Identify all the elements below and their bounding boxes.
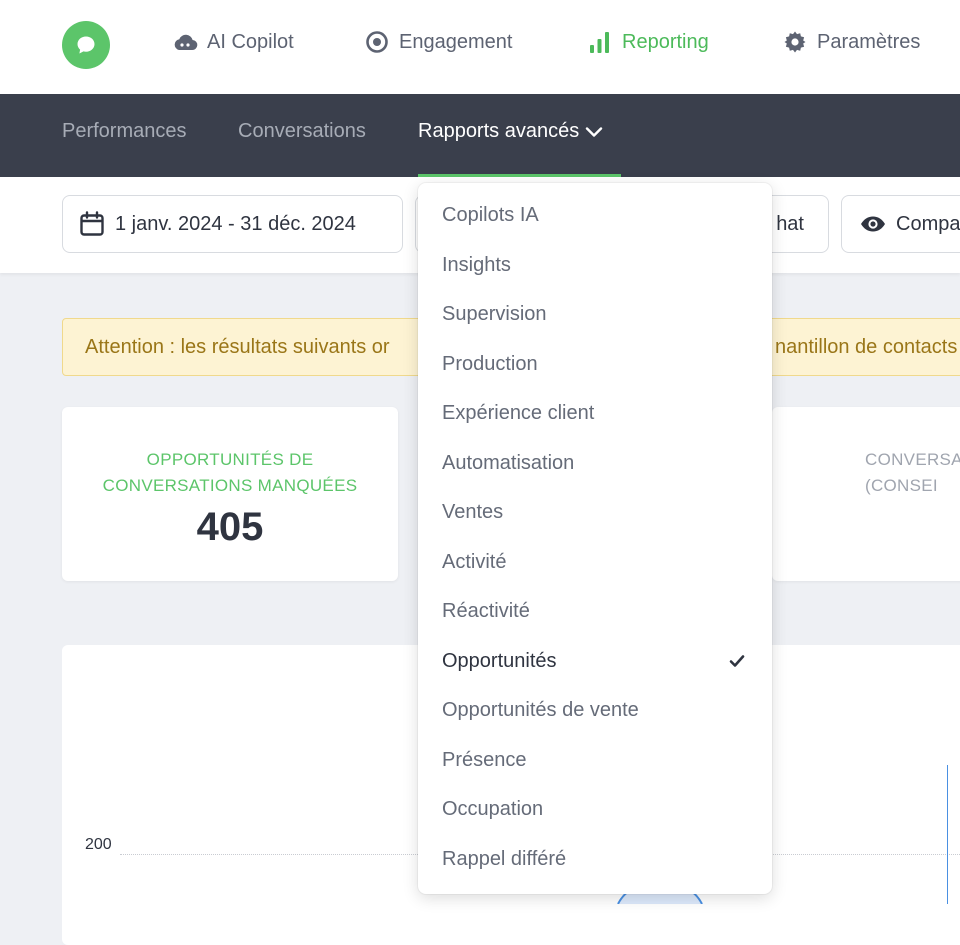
chart-hover-line	[947, 765, 948, 904]
app-logo[interactable]	[62, 21, 110, 69]
menu-item-opportunites[interactable]: Opportunités	[442, 650, 557, 673]
menu-item-presence[interactable]: Présence	[442, 749, 527, 772]
chat-bubble-icon	[77, 36, 95, 54]
warning-banner-text-start: Attention : les résultats suivants or	[85, 335, 390, 358]
topnav-engagement-label: Engagement	[399, 30, 513, 53]
channel-filter-value: hat	[776, 212, 804, 235]
tab-rapports-avances[interactable]: Rapports avancés	[418, 120, 603, 143]
kpi-label: CONVERSA (CONSEI	[865, 450, 960, 495]
calendar-icon	[79, 211, 105, 237]
topnav-engagement[interactable]: Engagement	[364, 30, 512, 54]
date-range-picker[interactable]: 1 janv. 2024 - 31 déc. 2024	[62, 195, 403, 253]
topnav-parametres[interactable]: Paramètres	[782, 30, 920, 54]
menu-item-rappel-differe[interactable]: Rappel différé	[442, 848, 566, 871]
menu-item-ventes[interactable]: Ventes	[442, 501, 503, 524]
menu-item-copilots-ia[interactable]: Copilots IA	[442, 204, 539, 227]
bar-chart-icon	[587, 30, 613, 54]
tab-performances[interactable]: Performances	[62, 120, 187, 143]
topnav-ai-copilot[interactable]: AI Copilot	[172, 30, 294, 54]
top-navigation-bar: AI Copilot Engagement Reporting Paramètr…	[0, 0, 960, 94]
menu-item-supervision[interactable]: Supervision	[442, 303, 547, 326]
menu-item-reactivite[interactable]: Réactivité	[442, 600, 530, 623]
menu-item-production[interactable]: Production	[442, 353, 538, 376]
topnav-reporting[interactable]: Reporting	[587, 30, 709, 54]
menu-item-opportunites-de-vente[interactable]: Opportunités de vente	[442, 699, 639, 722]
topnav-reporting-label: Reporting	[622, 30, 709, 53]
kpi-card-conversations-advice: CONVERSA (CONSEI	[772, 407, 960, 581]
topnav-parametres-label: Paramètres	[817, 30, 921, 53]
menu-item-insights[interactable]: Insights	[442, 254, 511, 277]
compare-button[interactable]: Compa	[841, 195, 960, 253]
chevron-down-icon	[586, 126, 603, 137]
menu-item-automatisation[interactable]: Automatisation	[442, 452, 574, 475]
tab-conversations[interactable]: Conversations	[238, 120, 366, 143]
tab-rapports-avances-label: Rapports avancés	[418, 120, 580, 142]
gear-icon	[782, 30, 808, 54]
menu-item-activite[interactable]: Activité	[442, 551, 506, 574]
rapports-avances-dropdown: Copilots IA Insights Supervision Product…	[418, 183, 772, 894]
menu-item-occupation[interactable]: Occupation	[442, 798, 543, 821]
kpi-label: OPPORTUNITÉS DE CONVERSATIONS MANQUÉES	[102, 450, 358, 495]
compare-button-label: Compa	[896, 212, 960, 235]
checkmark-icon	[729, 655, 745, 667]
date-range-value: 1 janv. 2024 - 31 déc. 2024	[115, 212, 356, 235]
kpi-card-missed-opportunities: OPPORTUNITÉS DE CONVERSATIONS MANQUÉES 4…	[62, 407, 398, 581]
target-icon	[364, 30, 390, 54]
warning-banner-text-end: nantillon de contacts	[775, 335, 958, 358]
kpi-value: 405	[196, 505, 264, 549]
y-axis-tick-label: 200	[85, 836, 112, 853]
eye-icon	[860, 215, 886, 233]
cloud-icon	[172, 30, 198, 54]
topnav-ai-copilot-label: AI Copilot	[207, 30, 294, 53]
menu-item-experience-client[interactable]: Expérience client	[442, 402, 594, 425]
